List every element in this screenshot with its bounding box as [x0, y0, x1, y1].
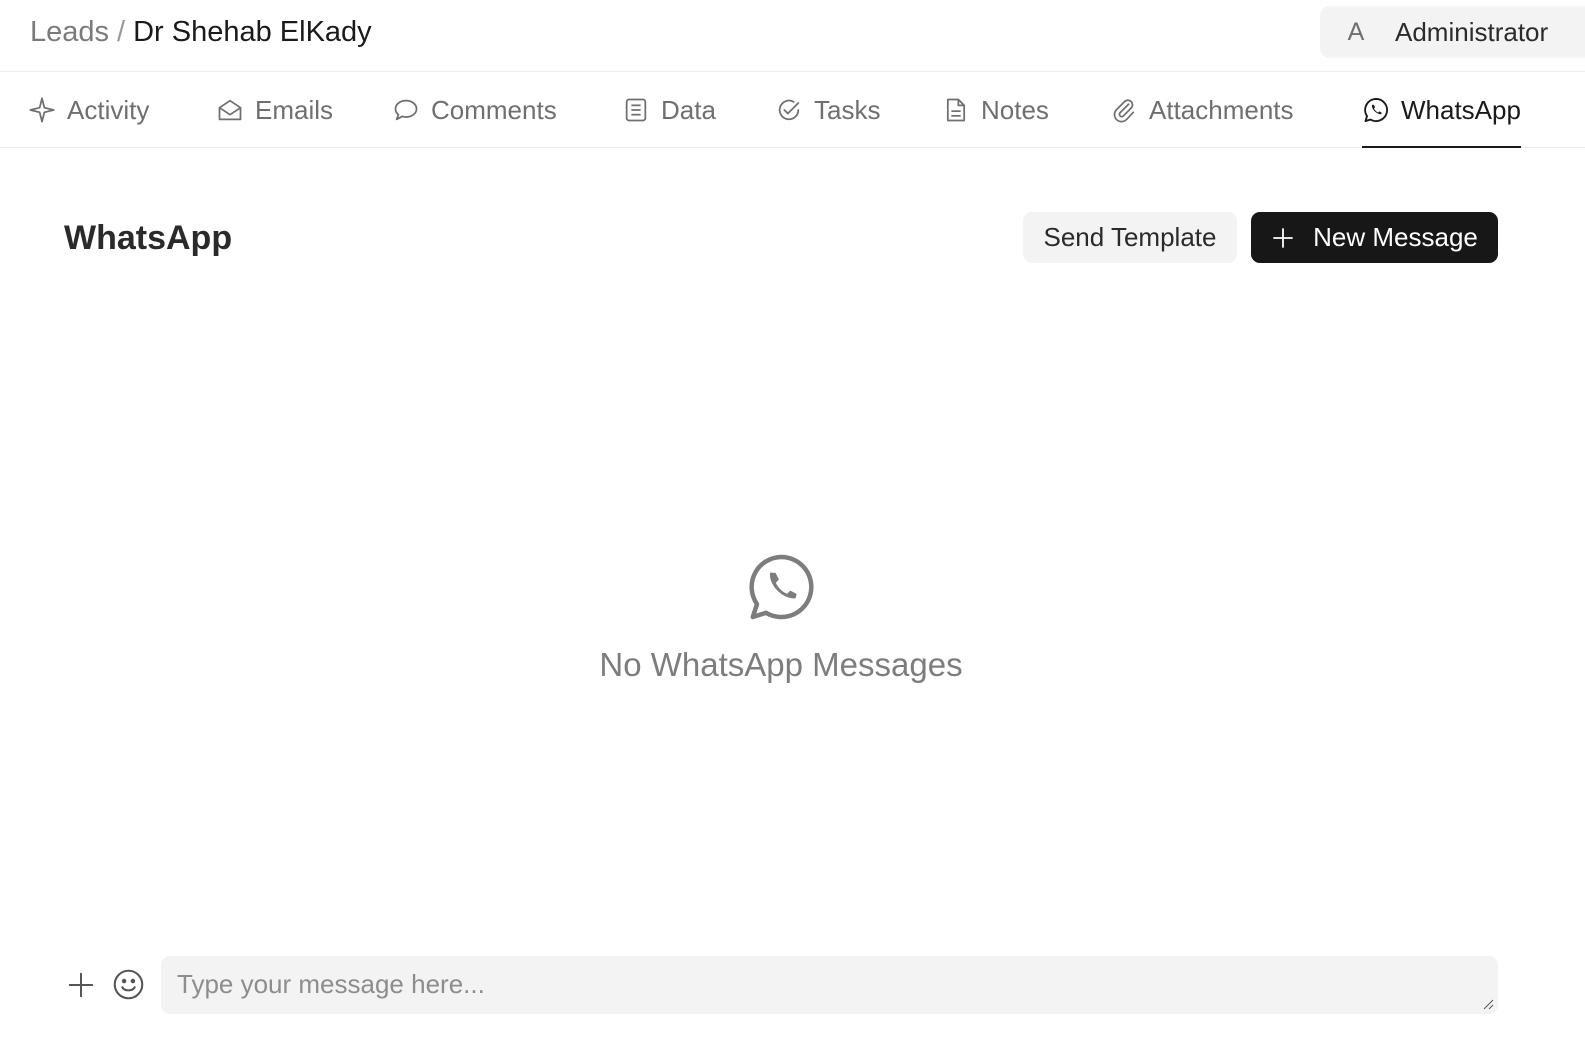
whatsapp-icon: [749, 554, 814, 620]
emoji-icon[interactable]: [112, 968, 145, 1001]
tab-activity-label: Activity: [67, 94, 150, 125]
breadcrumb-leads-link[interactable]: Leads: [30, 14, 109, 50]
empty-state-message: No WhatsApp Messages: [599, 646, 963, 683]
tab-bar: Activity Emails Comments Data Tasks Note…: [0, 72, 1585, 148]
user-menu-button[interactable]: A Administrator: [1320, 6, 1585, 58]
new-message-label: New Message: [1313, 222, 1478, 252]
plus-icon: [1273, 227, 1294, 248]
breadcrumb: Leads / Dr Shehab ElKady: [30, 14, 372, 50]
note-icon: [946, 98, 966, 122]
user-name: Administrator: [1395, 16, 1549, 47]
tab-whatsapp[interactable]: WhatsApp: [1362, 72, 1521, 148]
tab-data-label: Data: [661, 94, 716, 125]
avatar: A: [1347, 17, 1365, 46]
tab-notes[interactable]: Notes: [942, 72, 1049, 148]
lead-whatsapp-page: Leads / Dr Shehab ElKady A Administrator…: [0, 0, 1585, 1039]
breadcrumb-separator: /: [117, 16, 126, 48]
comment-icon: [394, 99, 418, 121]
send-template-button[interactable]: Send Template: [1023, 212, 1237, 263]
tab-tasks[interactable]: Tasks: [775, 72, 880, 148]
whatsapp-icon: [1364, 97, 1388, 123]
tab-data[interactable]: Data: [622, 72, 716, 148]
mail-icon: [218, 99, 242, 121]
tab-whatsapp-label: WhatsApp: [1401, 94, 1521, 125]
tab-notes-label: Notes: [981, 94, 1049, 125]
tab-comments[interactable]: Comments: [392, 72, 557, 148]
tab-attachments-label: Attachments: [1149, 94, 1294, 125]
tab-activity[interactable]: Activity: [28, 72, 149, 148]
check-circle-icon: [778, 99, 800, 121]
tab-emails[interactable]: Emails: [216, 72, 333, 148]
tab-comments-label: Comments: [431, 94, 557, 125]
breadcrumb-current-lead: Dr Shehab ElKady: [133, 16, 372, 48]
tab-tasks-label: Tasks: [814, 94, 881, 125]
paperclip-icon: [1113, 99, 1135, 123]
resize-grip-icon[interactable]: [1482, 998, 1494, 1010]
send-template-label: Send Template: [1043, 222, 1217, 252]
top-header: Leads / Dr Shehab ElKady A Administrator: [0, 0, 1585, 72]
list-icon: [625, 98, 647, 122]
sparkle-icon: [29, 97, 55, 123]
tab-emails-label: Emails: [255, 94, 334, 125]
message-input[interactable]: [161, 956, 1498, 1014]
add-attachment-icon[interactable]: [66, 970, 96, 1000]
section-title: WhatsApp: [64, 219, 233, 257]
tab-attachments[interactable]: Attachments: [1110, 72, 1294, 148]
new-message-button[interactable]: New Message: [1251, 212, 1498, 263]
